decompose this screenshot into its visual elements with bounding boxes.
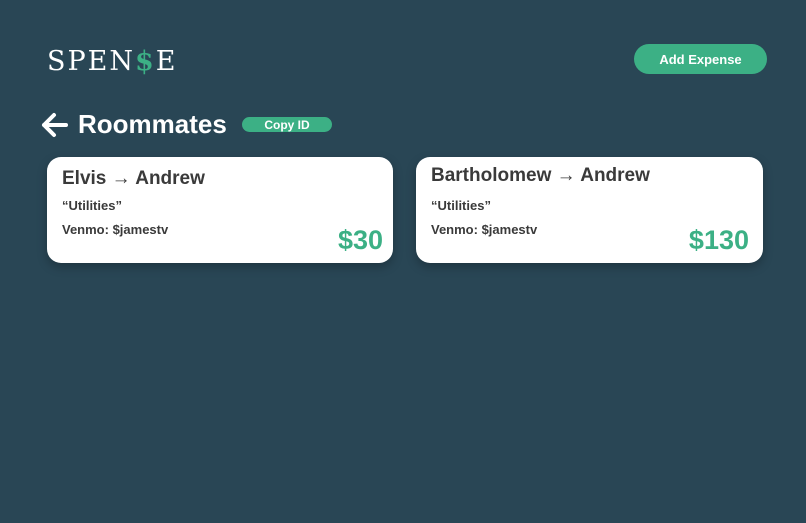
logo-dollar-sign: $ (135, 46, 156, 77)
debtor-name: Bartholomew (431, 165, 552, 186)
debt-note: “Utilities” (62, 198, 122, 213)
page-title: Roommates (78, 109, 227, 139)
debt-card[interactable]: Elvis → Andrew “Utilities” Venmo: $james… (47, 157, 393, 263)
debt-route: Bartholomew → Andrew (431, 164, 650, 188)
debt-amount: $30 (337, 225, 383, 255)
debtor-name: Elvis (62, 168, 107, 189)
venmo-handle: Venmo: $jamestv (62, 222, 169, 237)
arrow-right-icon: → (111, 168, 131, 189)
creditor-name: Andrew (580, 165, 650, 186)
app-logo[interactable]: SPEN$E (47, 44, 178, 80)
debt-route: Elvis → Andrew (62, 167, 205, 191)
logo-text-prefix: SPEN (47, 46, 135, 77)
arrow-left-icon (42, 113, 68, 137)
venmo-handle: Venmo: $jamestv (431, 222, 538, 237)
copy-id-button[interactable]: Copy ID (242, 117, 332, 132)
add-expense-button[interactable]: Add Expense (634, 44, 767, 74)
debt-amount: $130 (688, 225, 749, 255)
arrow-right-icon: → (556, 165, 576, 186)
debt-card[interactable]: Bartholomew → Andrew “Utilities” Venmo: … (416, 157, 763, 263)
creditor-name: Andrew (135, 168, 205, 189)
logo-text-suffix: E (155, 46, 178, 77)
back-button[interactable] (40, 112, 68, 138)
debt-note: “Utilities” (431, 198, 491, 213)
